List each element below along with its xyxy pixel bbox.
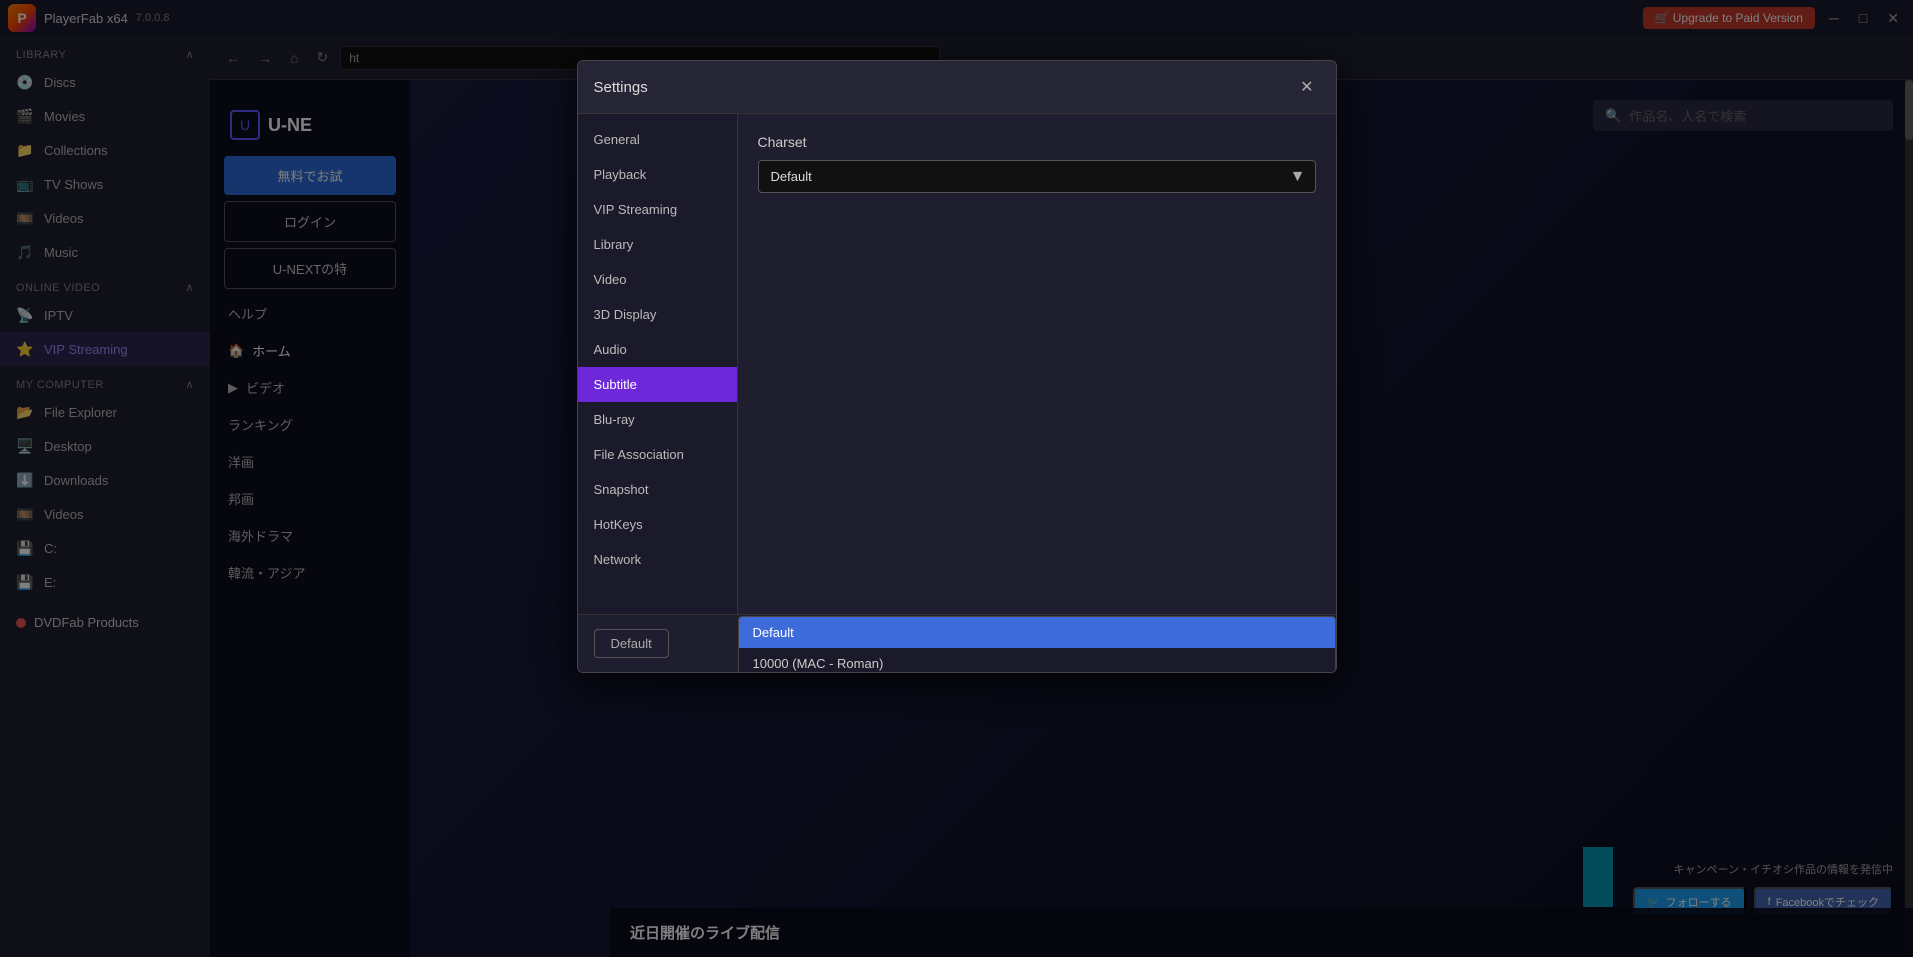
charset-select[interactable]: Default (758, 160, 1316, 193)
settings-nav-snapshot[interactable]: Snapshot (578, 472, 737, 507)
settings-nav-subtitle[interactable]: Subtitle (578, 367, 737, 402)
settings-nav-file-association[interactable]: File Association (578, 437, 737, 472)
dropdown-item-default[interactable]: Default (739, 617, 1335, 648)
settings-nav-3d-display[interactable]: 3D Display (578, 297, 737, 332)
default-button[interactable]: Default (594, 629, 669, 658)
modal-overlay: Settings ✕ General Playback VIP Streamin… (0, 0, 1913, 957)
settings-content: Charset Default ▼ Default 10000 (MAC - R… (738, 114, 1336, 614)
settings-nav-audio[interactable]: Audio (578, 332, 737, 367)
charset-label: Charset (758, 134, 1316, 150)
settings-nav-hotkeys[interactable]: HotKeys (578, 507, 737, 542)
settings-nav: General Playback VIP Streaming Library V… (578, 114, 738, 614)
settings-title: Settings (594, 79, 648, 96)
settings-nav-vip-streaming[interactable]: VIP Streaming (578, 192, 737, 227)
settings-nav-playback[interactable]: Playback (578, 157, 737, 192)
dropdown-item-10000[interactable]: 10000 (MAC - Roman) (739, 648, 1335, 673)
charset-dropdown: Default 10000 (MAC - Roman) 10001 (MAC -… (738, 616, 1336, 673)
settings-header: Settings ✕ (578, 61, 1336, 114)
settings-nav-network[interactable]: Network (578, 542, 737, 577)
settings-nav-library[interactable]: Library (578, 227, 737, 262)
settings-body: General Playback VIP Streaming Library V… (578, 114, 1336, 614)
charset-select-wrapper: Default ▼ (758, 160, 1316, 193)
settings-dialog: Settings ✕ General Playback VIP Streamin… (577, 60, 1337, 673)
settings-close-button[interactable]: ✕ (1294, 75, 1319, 99)
settings-nav-general[interactable]: General (578, 122, 737, 157)
settings-nav-video[interactable]: Video (578, 262, 737, 297)
settings-nav-blu-ray[interactable]: Blu-ray (578, 402, 737, 437)
